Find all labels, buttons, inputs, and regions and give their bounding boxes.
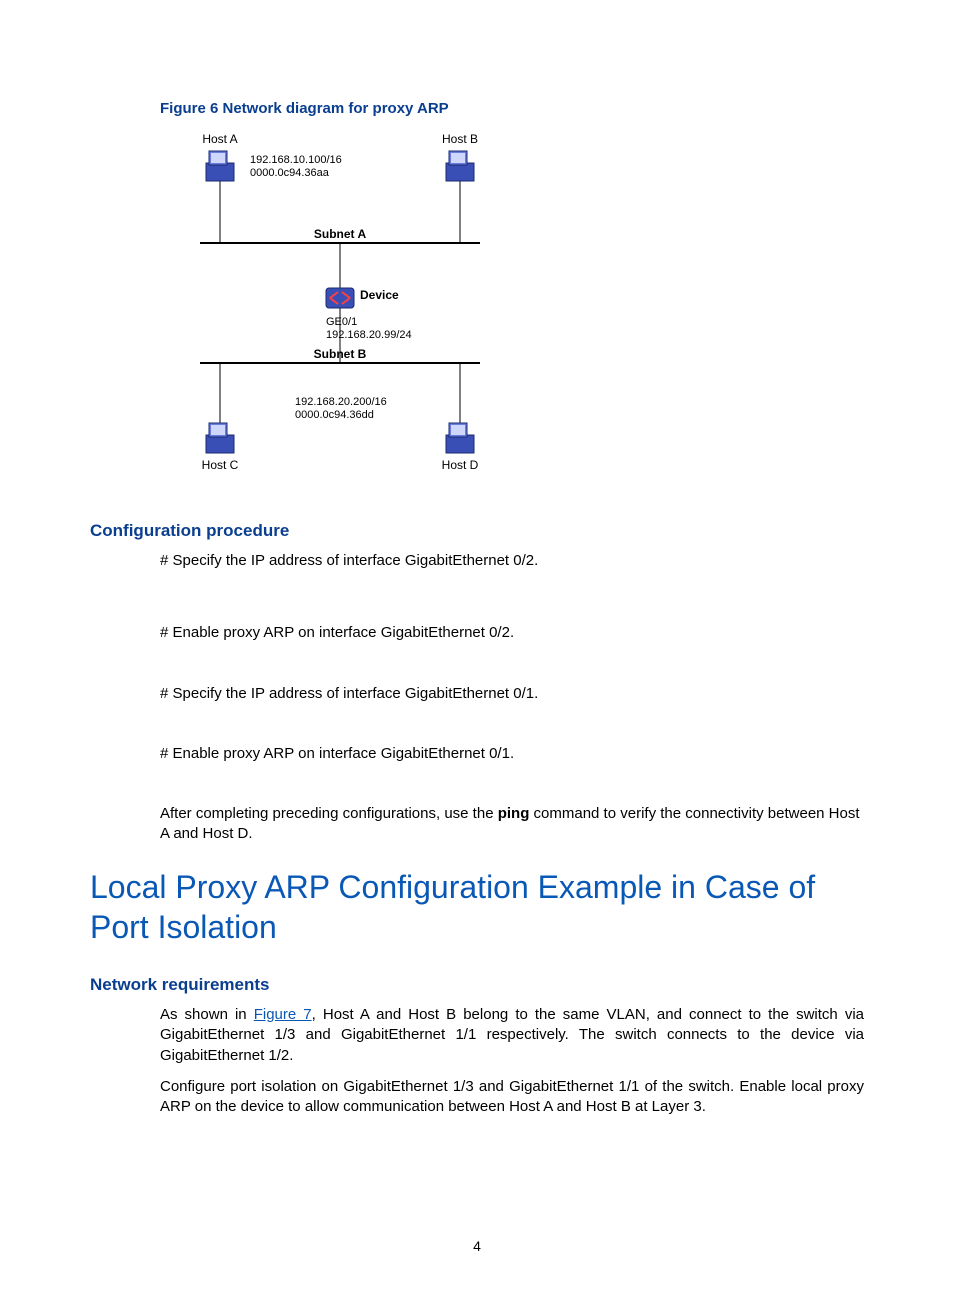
figure-7-link[interactable]: Figure 7 <box>254 1006 312 1023</box>
host-a-label: Host A <box>202 132 237 146</box>
ping-command: ping <box>498 805 530 822</box>
host-d-ip: 192.168.20.200/16 <box>295 396 387 408</box>
netreq-p1-pre: As shown in <box>160 1006 254 1023</box>
device-ip: 192.168.20.99/24 <box>326 329 412 341</box>
netreq-p1: As shown in Figure 7, Host A and Host B … <box>160 1005 864 1067</box>
host-c-label: Host C <box>202 458 239 472</box>
host-c-icon <box>206 423 234 453</box>
configuration-procedure-heading: Configuration procedure <box>90 521 864 541</box>
conf-step-1: # Specify the IP address of interface Gi… <box>160 551 864 571</box>
section-title: Local Proxy ARP Configuration Example in… <box>90 867 864 947</box>
subnet-b-label: Subnet B <box>314 347 367 361</box>
conf-final: After completing preceding configuration… <box>160 804 864 845</box>
page: Figure 6 Network diagram for proxy ARP <box>0 0 954 1294</box>
conf-step-3: # Specify the IP address of interface Gi… <box>160 684 864 704</box>
device-label: Device <box>360 288 399 302</box>
host-a-ip: 192.168.10.100/16 <box>250 154 342 166</box>
conf-step-4: # Enable proxy ARP on interface GigabitE… <box>160 744 864 764</box>
device-icon <box>326 288 354 308</box>
host-a-icon <box>206 151 234 181</box>
host-d-label: Host D <box>442 458 479 472</box>
network-diagram: Host A Host B 192.168.10.100/16 0000.0c9… <box>180 123 500 493</box>
host-d-mac: 0000.0c94.36dd <box>295 409 374 421</box>
host-b-label: Host B <box>442 132 478 146</box>
figure-caption: Figure 6 Network diagram for proxy ARP <box>160 100 864 117</box>
conf-step-2: # Enable proxy ARP on interface GigabitE… <box>160 623 864 643</box>
host-d-icon <box>446 423 474 453</box>
host-a-mac: 0000.0c94.36aa <box>250 167 330 179</box>
page-number: 4 <box>0 1238 954 1254</box>
netreq-p2: Configure port isolation on GigabitEther… <box>160 1077 864 1118</box>
host-b-icon <box>446 151 474 181</box>
device-if: GE0/1 <box>326 316 357 328</box>
network-requirements-heading: Network requirements <box>90 975 864 995</box>
subnet-a-label: Subnet A <box>314 227 367 241</box>
conf-final-pre: After completing preceding configuration… <box>160 805 498 822</box>
